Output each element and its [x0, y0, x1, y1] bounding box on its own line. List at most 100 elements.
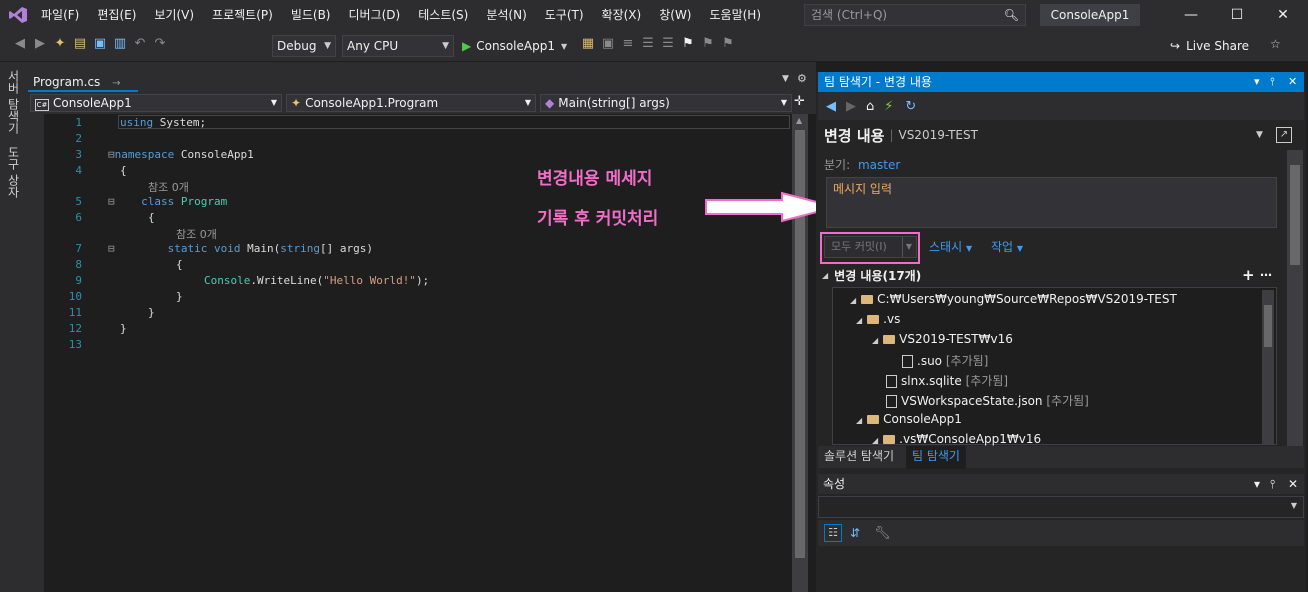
menu-file[interactable]: 파일(F): [32, 0, 88, 30]
close-button[interactable]: ✕: [1260, 0, 1306, 30]
categorized-icon[interactable]: ☷: [824, 524, 842, 542]
close-icon[interactable]: ✕: [1288, 474, 1298, 494]
config-select[interactable]: Debug ▼: [272, 35, 336, 57]
menu-build[interactable]: 빌드(B): [282, 0, 340, 30]
chevron-down-icon[interactable]: ▼: [1256, 130, 1263, 140]
forward-icon[interactable]: ▶: [846, 99, 856, 114]
undo-icon[interactable]: ↶: [130, 36, 150, 51]
menu-help[interactable]: 도움말(H): [701, 0, 771, 30]
actions-link[interactable]: 작업 ▼: [991, 238, 1023, 255]
back-icon[interactable]: ◀: [10, 36, 30, 51]
run-button[interactable]: ▶ ConsoleApp1 ▼: [462, 35, 567, 57]
refresh-icon[interactable]: ↻: [905, 99, 916, 114]
tab-list-icon[interactable]: ▼: [782, 74, 789, 84]
maximize-button[interactable]: ☐: [1214, 0, 1260, 30]
live-share-button[interactable]: ↪ Live Share: [1170, 36, 1249, 56]
line-number: 1: [75, 116, 82, 129]
save-all-icon[interactable]: ▥: [110, 36, 130, 51]
collapse-icon[interactable]: ◢: [822, 271, 828, 280]
close-icon[interactable]: ✕: [1288, 72, 1297, 92]
nav-class-select[interactable]: ✦ ConsoleApp1.Program ▼: [286, 94, 536, 112]
comment-icon[interactable]: ☰: [638, 36, 658, 51]
tree-item[interactable]: ◢ .vs₩ConsoleApp1₩v16: [872, 432, 1041, 446]
menu-tools[interactable]: 도구(T): [536, 0, 593, 30]
tree-item[interactable]: ◢ ConsoleApp1: [856, 412, 962, 426]
tab-solution-explorer[interactable]: 솔루션 탐색기: [818, 446, 900, 468]
save-icon[interactable]: ▣: [90, 36, 110, 51]
menu-edit[interactable]: 편집(E): [88, 0, 145, 30]
new-project-icon[interactable]: ✦: [50, 36, 70, 51]
pin-icon[interactable]: ⫯: [1270, 474, 1275, 494]
split-icon[interactable]: ✛: [794, 94, 805, 109]
commit-all-button[interactable]: 모두 커밋(I) ▼: [824, 236, 917, 258]
window-position-icon[interactable]: ▾: [1254, 72, 1260, 92]
browser-icon[interactable]: ▣: [598, 36, 618, 51]
scroll-up-icon[interactable]: ▲: [796, 116, 802, 125]
tree-item[interactable]: ◢ VS2019-TEST₩v16: [872, 332, 1013, 346]
tree-item-label: .vs₩ConsoleApp1₩v16: [899, 432, 1042, 446]
menu-project[interactable]: 프로젝트(P): [203, 0, 282, 30]
team-explorer-scroll-thumb[interactable]: [1290, 165, 1300, 265]
menu-view[interactable]: 보기(V): [145, 0, 203, 30]
app-name: ConsoleApp1: [1040, 4, 1140, 26]
menu-extensions[interactable]: 확장(X): [593, 0, 651, 30]
nav-member-select[interactable]: ◆ Main(string[] args) ▼: [540, 94, 792, 112]
property-pages-icon[interactable]: 🔧︎: [874, 526, 891, 541]
bookmark-icon[interactable]: ⚑: [678, 36, 698, 51]
commit-message-input[interactable]: 메시지 입력: [826, 177, 1277, 228]
stash-label: 스태시: [929, 240, 963, 254]
nav-project-select[interactable]: C# ConsoleApp1 ▼: [30, 94, 282, 112]
menu-debug[interactable]: 디버그(D): [340, 0, 410, 30]
tree-item[interactable]: ◢ C:₩Users₩young₩Source₩Repos₩VS2019-TEST: [850, 292, 1177, 306]
tab-program-cs[interactable]: Program.cs → ✕: [28, 72, 138, 111]
properties-object-select[interactable]: ▼: [818, 496, 1304, 518]
breakpoint-icon[interactable]: ≡: [618, 36, 638, 51]
sort-alpha-icon[interactable]: ⇵: [850, 526, 860, 540]
menu-analyze[interactable]: 분석(N): [477, 0, 535, 30]
chevron-down-icon[interactable]: ▼: [901, 237, 912, 257]
vs-logo-icon[interactable]: [8, 6, 28, 24]
uncomment-icon[interactable]: ☰: [658, 36, 678, 51]
next-bookmark-icon[interactable]: ⚑: [718, 36, 738, 51]
window-position-icon[interactable]: ▾: [1254, 474, 1260, 494]
redo-icon[interactable]: ↷: [150, 36, 170, 51]
platform-select[interactable]: Any CPU ▼: [342, 35, 454, 57]
stash-link[interactable]: 스태시 ▼: [929, 238, 972, 255]
prev-bookmark-icon[interactable]: ⚑: [698, 36, 718, 51]
code-line-10: }: [176, 290, 183, 303]
tree-item[interactable]: .suo [추가됨]: [902, 352, 988, 369]
tree-item[interactable]: slnx.sqlite [추가됨]: [886, 372, 1008, 389]
tree-scroll-thumb[interactable]: [1264, 305, 1272, 347]
changes-section-header[interactable]: ◢ 변경 내용(17개) + ⋯: [818, 264, 1288, 286]
title-bar: 파일(F) 편집(E) 보기(V) 프로젝트(P) 빌드(B) 디버그(D) 테…: [0, 0, 1308, 30]
expand-icon[interactable]: ↗: [1276, 127, 1292, 143]
codelens-reference[interactable]: 참조 0개: [176, 226, 217, 242]
add-icon[interactable]: +: [1242, 266, 1255, 284]
toolbox-tab[interactable]: 도구 상자: [5, 146, 22, 198]
back-icon[interactable]: ◀: [826, 99, 836, 114]
pin-icon[interactable]: →: [112, 78, 120, 89]
tree-item[interactable]: ◢ .vs: [856, 312, 900, 326]
attach-icon[interactable]: ▦: [578, 36, 598, 51]
pin-icon[interactable]: ⫯: [1270, 72, 1275, 92]
search-input[interactable]: 검색 (Ctrl+Q) 🔍︎: [804, 4, 1026, 26]
menu-test[interactable]: 테스트(S): [409, 0, 477, 30]
feedback-icon[interactable]: ☆: [1270, 37, 1281, 51]
navigation-bar: C# ConsoleApp1 ▼ ✦ ConsoleApp1.Program ▼ ◆…: [24, 92, 816, 114]
gear-icon[interactable]: ⚙: [797, 72, 807, 85]
more-icon[interactable]: ⋯: [1260, 268, 1272, 282]
home-icon[interactable]: ⌂: [866, 99, 874, 114]
code-editor[interactable]: [24, 114, 792, 592]
server-explorer-tab[interactable]: 서버 탐색기: [5, 70, 22, 134]
connect-icon[interactable]: ⚡: [884, 99, 893, 114]
branch-link[interactable]: master: [858, 158, 900, 172]
minimize-button[interactable]: —: [1168, 0, 1214, 30]
open-folder-icon[interactable]: ▤: [70, 36, 90, 51]
tab-team-explorer[interactable]: 팀 탐색기: [906, 446, 966, 469]
forward-icon[interactable]: ▶: [30, 36, 50, 51]
tree-item[interactable]: VSWorkspaceState.json [추가됨]: [886, 392, 1089, 409]
tree-item-label: .vs: [883, 312, 901, 326]
menu-window[interactable]: 창(W): [650, 0, 700, 30]
nav-project-value: ConsoleApp1: [53, 96, 132, 110]
codelens-reference[interactable]: 참조 0개: [148, 179, 189, 195]
